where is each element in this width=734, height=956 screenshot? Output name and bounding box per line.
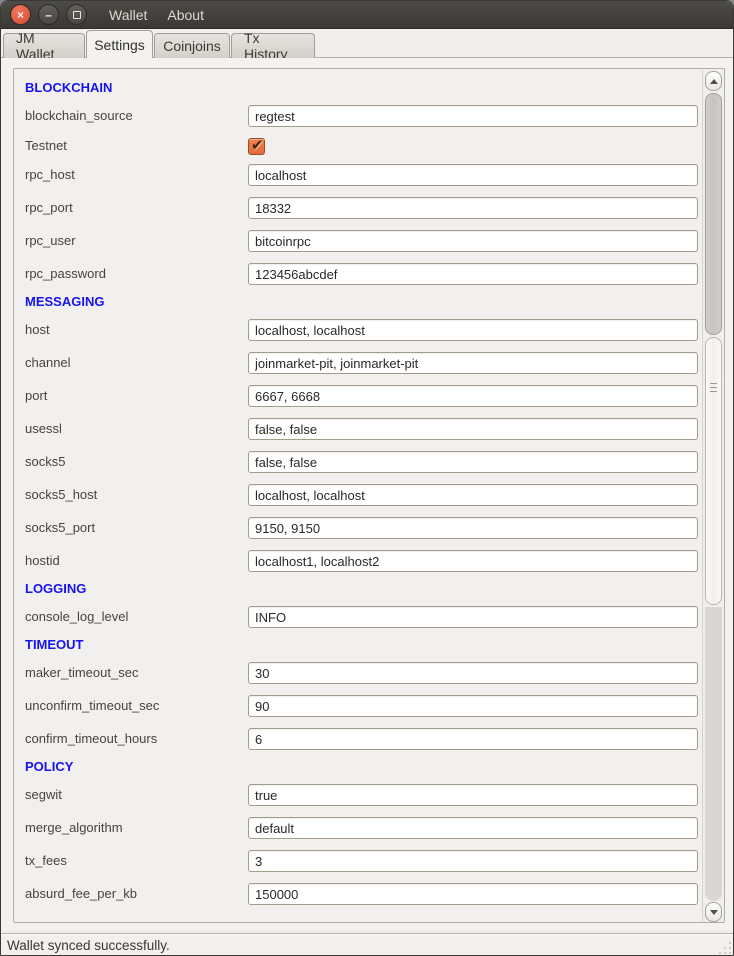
field-input-unconfirm_timeout_sec[interactable]: [248, 695, 698, 717]
section-header-logging: LOGGING: [25, 581, 86, 599]
tab-coinjoins[interactable]: Coinjoins: [154, 33, 230, 58]
minimize-icon: –: [45, 9, 52, 21]
field-input-blockchain_source[interactable]: [248, 105, 698, 127]
settings-tab-page: BLOCKCHAIN blockchain_source Testnet ✔ rpc_h…: [1, 58, 734, 930]
field-label-rpc_host: rpc_host: [25, 164, 240, 186]
section-header-messaging: MESSAGING: [25, 294, 104, 312]
status-bar: Wallet synced successfully.: [1, 933, 734, 956]
field-label-channel: channel: [25, 352, 240, 374]
field-label-tx_fees: tx_fees: [25, 850, 240, 872]
window-close-button[interactable]: ×: [10, 4, 31, 25]
titlebar: × – WalletAbout: [1, 1, 734, 29]
field-label-maker_timeout_sec: maker_timeout_sec: [25, 662, 240, 684]
field-input-rpc_port[interactable]: [248, 197, 698, 219]
field-label-rpc_user: rpc_user: [25, 230, 240, 252]
checkmark-icon: ✔: [251, 136, 264, 154]
field-input-channel[interactable]: [248, 352, 698, 374]
field-label-absurd_fee_per_kb: absurd_fee_per_kb: [25, 883, 240, 905]
arrow-up-icon: [710, 79, 718, 84]
scrollbar-thumb[interactable]: [705, 337, 722, 605]
field-input-usessl[interactable]: [248, 418, 698, 440]
field-input-merge_algorithm[interactable]: [248, 817, 698, 839]
field-input-port[interactable]: [248, 385, 698, 407]
close-icon: ×: [17, 9, 24, 21]
settings-form: BLOCKCHAIN blockchain_source Testnet ✔ rpc_h…: [14, 69, 703, 922]
scrollbar-trough-lower[interactable]: [705, 607, 722, 901]
section-header-policy: POLICY: [25, 759, 73, 777]
scrollbar-down-button[interactable]: [705, 902, 722, 922]
arrow-down-icon: [710, 910, 718, 915]
field-label-socks5_host: socks5_host: [25, 484, 240, 506]
field-input-segwit[interactable]: [248, 784, 698, 806]
field-label-unconfirm_timeout_sec: unconfirm_timeout_sec: [25, 695, 240, 717]
scrollbar-trough-upper[interactable]: [705, 93, 722, 335]
section-header-blockchain: BLOCKCHAIN: [25, 80, 112, 98]
menu-item-wallet[interactable]: Wallet: [99, 3, 157, 27]
window-maximize-button[interactable]: [66, 4, 87, 25]
field-input-tx_fees[interactable]: [248, 850, 698, 872]
field-input-rpc_user[interactable]: [248, 230, 698, 252]
field-label-console_log_level: console_log_level: [25, 606, 240, 628]
field-input-socks5[interactable]: [248, 451, 698, 473]
field-label-hostid: hostid: [25, 550, 240, 572]
field-input-socks5_host[interactable]: [248, 484, 698, 506]
tab-bar: JM WalletSettingsCoinjoinsTx History: [1, 29, 734, 58]
scrollbar-up-button[interactable]: [705, 71, 722, 91]
field-label-usessl: usessl: [25, 418, 240, 440]
field-label-blockchain_source: blockchain_source: [25, 105, 240, 127]
tab-tx-history[interactable]: Tx History: [231, 33, 315, 58]
field-input-rpc_password[interactable]: [248, 263, 698, 285]
status-message: Wallet synced successfully.: [7, 938, 170, 953]
field-label-merge_algorithm: merge_algorithm: [25, 817, 240, 839]
window-minimize-button[interactable]: –: [38, 4, 59, 25]
field-input-console_log_level[interactable]: [248, 606, 698, 628]
menubar: WalletAbout: [99, 3, 214, 27]
field-label-socks5: socks5: [25, 451, 240, 473]
field-input-hostid[interactable]: [248, 550, 698, 572]
field-label-port: port: [25, 385, 240, 407]
section-header-timeout: TIMEOUT: [25, 637, 84, 655]
field-input-rpc_host[interactable]: [248, 164, 698, 186]
field-label-socks5_port: socks5_port: [25, 517, 240, 539]
tab-jm-wallet[interactable]: JM Wallet: [3, 33, 85, 58]
field-input-absurd_fee_per_kb[interactable]: [248, 883, 698, 905]
field-label-rpc_port: rpc_port: [25, 197, 240, 219]
menu-item-about[interactable]: About: [157, 3, 214, 27]
field-label-testnet: Testnet: [25, 135, 240, 157]
application-window: × – WalletAbout JM WalletSettingsCoinjoi…: [0, 0, 734, 956]
field-label-rpc_password: rpc_password: [25, 263, 240, 285]
maximize-icon: [73, 11, 81, 19]
field-input-host[interactable]: [248, 319, 698, 341]
field-label-confirm_timeout_hours: confirm_timeout_hours: [25, 728, 240, 750]
scrollbar-grip-icon: [709, 383, 718, 394]
vertical-scrollbar[interactable]: [702, 70, 723, 923]
settings-scroll-area: BLOCKCHAIN blockchain_source Testnet ✔ rpc_h…: [13, 68, 725, 923]
tab-settings[interactable]: Settings: [86, 30, 153, 58]
checkbox-testnet[interactable]: ✔: [248, 138, 265, 155]
field-label-host: host: [25, 319, 240, 341]
field-input-socks5_port[interactable]: [248, 517, 698, 539]
resize-grip[interactable]: [717, 940, 731, 954]
field-label-segwit: segwit: [25, 784, 240, 806]
field-input-confirm_timeout_hours[interactable]: [248, 728, 698, 750]
field-input-maker_timeout_sec[interactable]: [248, 662, 698, 684]
